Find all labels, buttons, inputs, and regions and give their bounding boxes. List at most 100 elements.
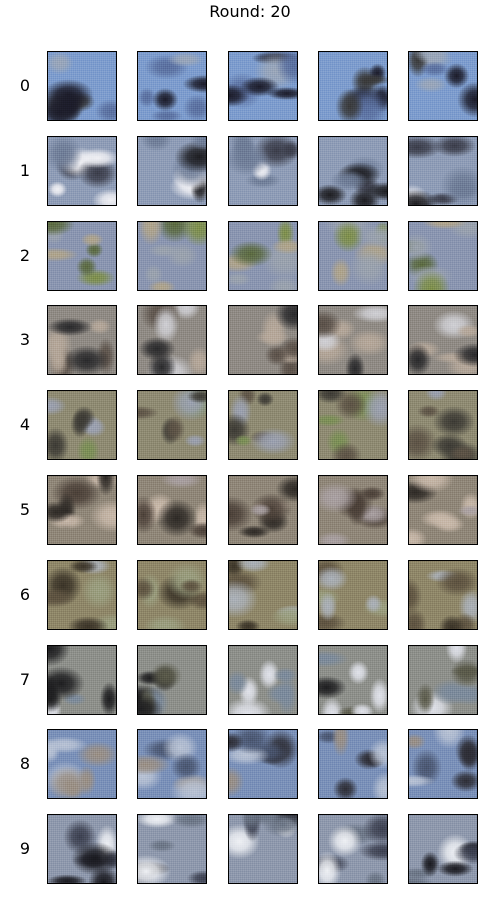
generated-sample-image — [47, 560, 117, 630]
image-texture — [48, 391, 116, 459]
image-texture — [409, 222, 477, 290]
generated-sample-image — [47, 729, 117, 799]
generated-sample-image — [318, 390, 388, 460]
generated-sample-image — [408, 814, 478, 884]
image-texture — [138, 815, 206, 883]
image-texture — [409, 730, 477, 798]
row-label: 2 — [19, 246, 31, 265]
image-texture — [229, 391, 297, 459]
image-texture — [48, 646, 116, 714]
generated-sample-image — [228, 560, 298, 630]
generated-sample-image — [318, 729, 388, 799]
generated-sample-image — [408, 390, 478, 460]
generated-sample-image — [408, 305, 478, 375]
generated-sample-image — [137, 729, 207, 799]
row-label: 7 — [19, 670, 31, 689]
generated-sample-image — [408, 221, 478, 291]
image-texture — [229, 137, 297, 205]
image-texture — [48, 815, 116, 883]
image-grid: 0 1 2 3 4 5 6 7 8 9 — [0, 0, 500, 900]
row-label: 5 — [19, 500, 31, 519]
generated-sample-image — [47, 475, 117, 545]
generated-sample-image — [408, 475, 478, 545]
row-label: 0 — [19, 76, 31, 95]
image-texture — [319, 137, 387, 205]
generated-sample-image — [47, 305, 117, 375]
image-texture — [409, 561, 477, 629]
image-texture — [48, 222, 116, 290]
image-texture — [138, 391, 206, 459]
row-label: 6 — [19, 585, 31, 604]
generated-sample-image — [47, 221, 117, 291]
row-label: 1 — [19, 161, 31, 180]
generated-sample-image — [137, 814, 207, 884]
image-texture — [229, 476, 297, 544]
generated-sample-image — [228, 136, 298, 206]
image-texture — [138, 561, 206, 629]
generated-sample-image — [318, 560, 388, 630]
image-texture — [229, 561, 297, 629]
generated-sample-image — [228, 475, 298, 545]
image-texture — [319, 646, 387, 714]
image-texture — [48, 476, 116, 544]
generated-sample-image — [318, 475, 388, 545]
generated-sample-image — [318, 221, 388, 291]
image-texture — [138, 646, 206, 714]
image-texture — [229, 815, 297, 883]
generated-sample-image — [318, 136, 388, 206]
generated-sample-image — [318, 51, 388, 121]
image-texture — [229, 52, 297, 120]
row-label: 4 — [19, 415, 31, 434]
generated-sample-image — [228, 305, 298, 375]
generated-sample-image — [408, 729, 478, 799]
generated-sample-image — [228, 645, 298, 715]
image-texture — [138, 476, 206, 544]
image-texture — [229, 730, 297, 798]
image-texture — [48, 730, 116, 798]
image-texture — [409, 137, 477, 205]
generated-sample-image — [318, 305, 388, 375]
image-texture — [409, 52, 477, 120]
generated-sample-image — [137, 221, 207, 291]
image-texture — [138, 137, 206, 205]
generated-sample-image — [137, 560, 207, 630]
image-texture — [409, 476, 477, 544]
generated-sample-image — [47, 390, 117, 460]
image-texture — [48, 306, 116, 374]
generated-sample-image — [47, 645, 117, 715]
generated-sample-image — [137, 390, 207, 460]
row-label: 8 — [19, 754, 31, 773]
image-texture — [229, 222, 297, 290]
image-texture — [319, 476, 387, 544]
image-texture — [48, 137, 116, 205]
generated-sample-image — [47, 136, 117, 206]
image-texture — [319, 561, 387, 629]
image-texture — [138, 52, 206, 120]
image-texture — [229, 646, 297, 714]
generated-sample-image — [408, 51, 478, 121]
image-texture — [138, 730, 206, 798]
image-texture — [409, 306, 477, 374]
generated-sample-image — [408, 645, 478, 715]
image-texture — [319, 222, 387, 290]
image-texture — [138, 306, 206, 374]
image-texture — [319, 306, 387, 374]
image-texture — [138, 222, 206, 290]
generated-sample-image — [137, 645, 207, 715]
generated-sample-image — [408, 136, 478, 206]
image-texture — [229, 306, 297, 374]
image-texture — [409, 646, 477, 714]
generated-sample-image — [137, 305, 207, 375]
generated-sample-image — [228, 51, 298, 121]
generated-sample-image — [137, 51, 207, 121]
row-label: 9 — [19, 839, 31, 858]
image-texture — [319, 391, 387, 459]
image-texture — [319, 815, 387, 883]
generated-sample-image — [318, 645, 388, 715]
generated-sample-image — [408, 560, 478, 630]
image-texture — [409, 815, 477, 883]
image-texture — [48, 561, 116, 629]
image-texture — [409, 391, 477, 459]
image-texture — [319, 730, 387, 798]
generated-sample-image — [228, 221, 298, 291]
